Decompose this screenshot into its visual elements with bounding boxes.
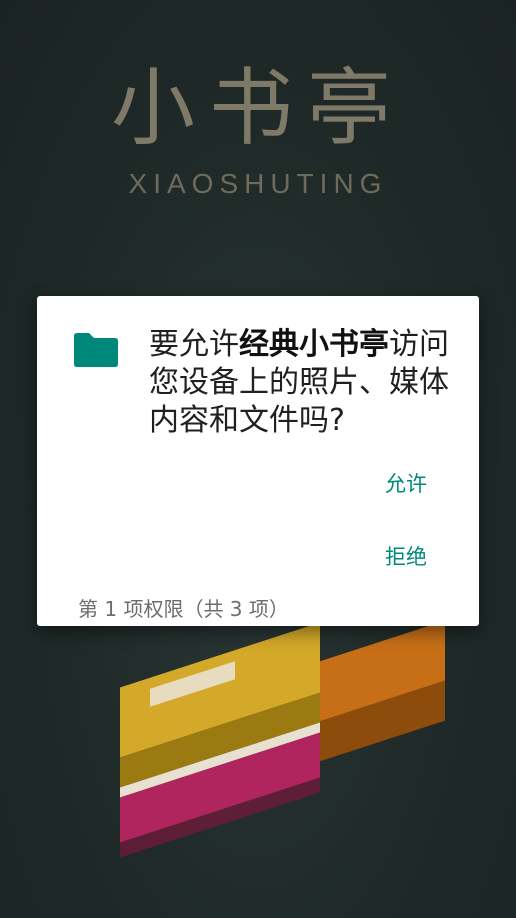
books-illustration	[115, 615, 455, 858]
permission-prompt: 要允许经典小书亭访问您设备上的照片、媒体内容和文件吗?	[149, 326, 469, 440]
allow-button[interactable]: 允许	[385, 468, 427, 498]
permission-counter: 第 1 项权限（共 3 项）	[78, 597, 289, 621]
folder-icon	[74, 333, 118, 367]
deny-button[interactable]: 拒绝	[385, 541, 427, 571]
permission-dialog: 要允许经典小书亭访问您设备上的照片、媒体内容和文件吗? 允许 拒绝 第 1 项权…	[37, 296, 479, 626]
prompt-prefix: 要允许	[149, 327, 239, 362]
app-logo: 小书亭 XIAOSHUTING	[0, 60, 516, 200]
app-name: 经典小书亭	[239, 327, 389, 362]
logo-english-text: XIAOSHUTING	[128, 168, 388, 199]
logo-chinese-text: 小书亭	[110, 59, 405, 157]
